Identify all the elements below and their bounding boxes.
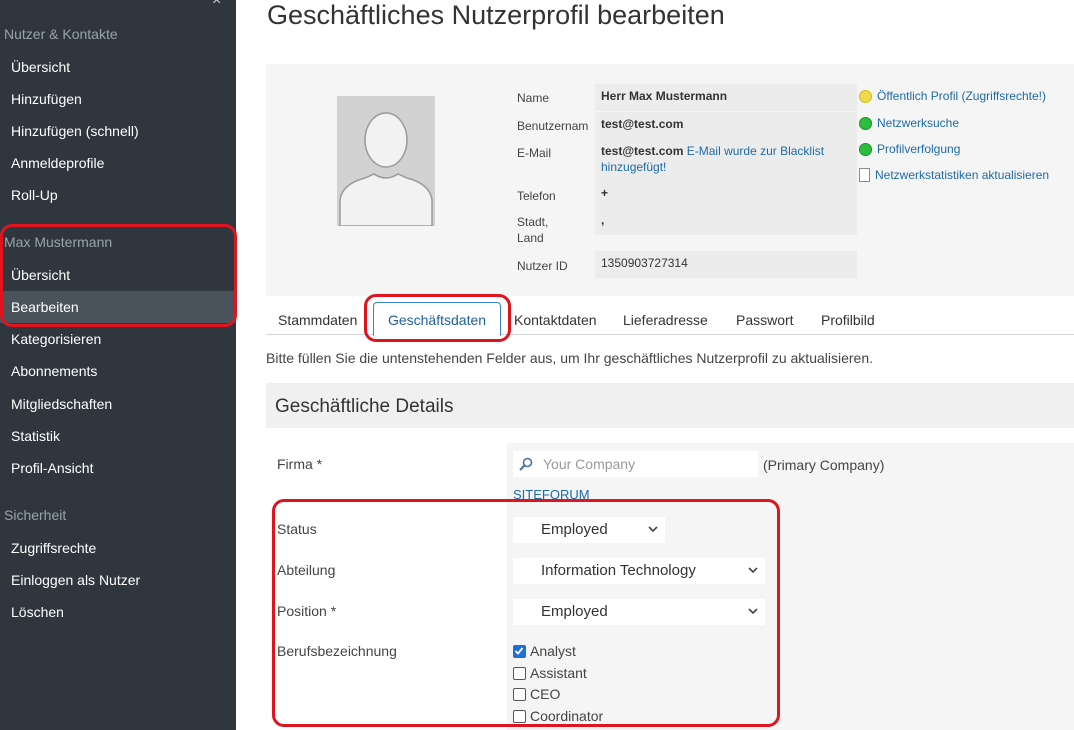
job-title-option[interactable]: CEO xyxy=(513,686,560,702)
chevron-down-icon xyxy=(648,526,658,533)
status-select-value: Employed xyxy=(541,521,608,538)
sidebar-item-login-as-user[interactable]: Einloggen als Nutzer xyxy=(0,564,236,596)
label-city: Stadt, Land xyxy=(517,214,548,246)
sidebar-item-delete[interactable]: Löschen xyxy=(0,596,236,628)
value-city: , xyxy=(595,208,857,235)
sidebar-item-statistics[interactable]: Statistik xyxy=(0,420,236,452)
tab-lieferadresse[interactable]: Lieferadresse xyxy=(623,312,708,328)
link-profile-tracking[interactable]: Profilverfolgung xyxy=(859,142,960,156)
label-user-id: Nutzer ID xyxy=(517,259,568,273)
checkbox-checked[interactable] xyxy=(513,644,526,658)
company-input[interactable]: Your Company xyxy=(513,451,758,477)
link-public-profile[interactable]: Öffentlich Profil (Zugriffsrechte!) xyxy=(859,89,1046,103)
sidebar-item-subscriptions[interactable]: Abonnements xyxy=(0,355,236,387)
link-network-stats-label: Netzwerkstatistiken aktualisieren xyxy=(875,168,1050,182)
value-phone: + xyxy=(595,181,857,208)
phone-text: + xyxy=(601,186,609,200)
sidebar-item-users-overview[interactable]: Übersicht xyxy=(0,51,236,83)
sidebar-item-profile-overview[interactable]: Übersicht xyxy=(0,259,236,291)
status-yellow-icon xyxy=(859,89,872,103)
job-title-option-label: Assistant xyxy=(530,665,587,681)
department-select-value: Information Technology xyxy=(541,562,696,579)
job-title-option-label: Analyst xyxy=(530,643,576,659)
label-name: Name xyxy=(517,91,550,105)
email-text: test@test.com xyxy=(601,144,684,158)
checkbox[interactable] xyxy=(513,687,526,701)
avatar xyxy=(337,96,435,226)
label-username: Benutzernam xyxy=(517,119,589,133)
position-select-value: Employed xyxy=(541,603,608,620)
checkbox[interactable] xyxy=(513,709,526,723)
person-placeholder-icon xyxy=(337,96,435,226)
sidebar-section-profile: Max Mustermann xyxy=(4,234,113,250)
email-blacklist-note-2: hinzugefügt! xyxy=(601,160,667,174)
link-network-search-label: Netzwerksuche xyxy=(877,116,960,130)
sidebar-item-edit[interactable]: Bearbeiten xyxy=(0,291,236,323)
link-network-stats[interactable]: Netzwerkstatistiken aktualisieren xyxy=(859,168,1049,182)
document-icon xyxy=(859,168,870,182)
city-text: , xyxy=(601,213,605,227)
tab-geschaeftsdaten[interactable]: Geschäftsdaten xyxy=(373,302,501,336)
search-icon xyxy=(519,457,533,471)
sidebar-item-access-rights[interactable]: Zugriffsrechte xyxy=(0,532,236,564)
label-berufsbezeichnung: Berufsbezeichnung xyxy=(277,643,397,659)
link-profile-tracking-label: Profilverfolgung xyxy=(877,142,961,156)
email-blacklist-note: E-Mail wurde zur Blacklist xyxy=(686,144,825,158)
tab-passwort[interactable]: Passwort xyxy=(736,312,794,328)
name-text: Herr Max Mustermann xyxy=(601,89,728,103)
value-username: test@test.com xyxy=(595,112,857,139)
close-icon[interactable]: × xyxy=(212,0,221,10)
link-public-profile-label: Öffentlich Profil (Zugriffsrechte!) xyxy=(877,89,1046,103)
value-user-id: 1350903727314 xyxy=(595,251,857,278)
sidebar-item-memberships[interactable]: Mitgliedschaften xyxy=(0,388,236,420)
value-name: Herr Max Mustermann xyxy=(595,84,857,111)
label-firma: Firma * xyxy=(277,456,323,472)
section-title: Geschäftliche Details xyxy=(275,396,454,417)
job-title-option-label: Coordinator xyxy=(530,708,604,724)
intro-text: Bitte füllen Sie die untenstehenden Feld… xyxy=(266,350,874,366)
label-email: E-Mail xyxy=(517,146,552,160)
job-title-option[interactable]: Analyst xyxy=(513,643,576,659)
link-network-search[interactable]: Netzwerksuche xyxy=(859,116,959,130)
sidebar-item-profile-view[interactable]: Profil-Ansicht xyxy=(0,452,236,484)
sidebar-item-add[interactable]: Hinzufügen xyxy=(0,83,236,115)
label-abteilung: Abteilung xyxy=(277,562,336,578)
siteforum-link[interactable]: SITEFORUM xyxy=(513,487,590,502)
username-text: test@test.com xyxy=(601,117,684,131)
label-phone: Telefon xyxy=(517,189,556,203)
status-green-icon xyxy=(859,116,872,130)
department-select[interactable]: Information Technology xyxy=(513,558,765,584)
tab-stammdaten[interactable]: Stammdaten xyxy=(278,312,357,328)
primary-company-note: (Primary Company) xyxy=(763,457,885,473)
label-status: Status xyxy=(277,521,317,537)
status-select[interactable]: Employed xyxy=(513,517,665,543)
position-select[interactable]: Employed xyxy=(513,599,765,625)
chevron-down-icon xyxy=(748,608,758,615)
company-input-placeholder: Your Company xyxy=(543,456,636,472)
label-city-line1: Stadt, xyxy=(517,215,549,229)
check-icon xyxy=(514,646,524,655)
job-title-option[interactable]: Assistant xyxy=(513,665,587,681)
sidebar-section-security: Sicherheit xyxy=(4,507,67,523)
job-title-option-label: CEO xyxy=(530,686,561,702)
job-title-option[interactable]: Coordinator xyxy=(513,708,603,724)
page-title: Geschäftliches Nutzerprofil bearbeiten xyxy=(267,0,725,30)
sidebar-item-login-profiles[interactable]: Anmeldeprofile xyxy=(0,147,236,179)
sidebar-item-categorize[interactable]: Kategorisieren xyxy=(0,323,236,355)
chevron-down-icon xyxy=(748,567,758,574)
label-position: Position * xyxy=(277,603,337,619)
user-id-text: 1350903727314 xyxy=(601,256,688,270)
tab-kontaktdaten[interactable]: Kontaktdaten xyxy=(514,312,597,328)
checkbox[interactable] xyxy=(513,666,526,680)
sidebar: × Nutzer & Kontakte Übersicht Hinzufügen… xyxy=(0,0,236,730)
sidebar-item-roll-up[interactable]: Roll-Up xyxy=(0,179,236,211)
status-green-icon xyxy=(859,142,872,156)
label-city-line2: Land xyxy=(517,231,544,245)
tab-profilbild[interactable]: Profilbild xyxy=(821,312,875,328)
form-fields-panel xyxy=(507,443,1074,730)
sidebar-item-add-quick[interactable]: Hinzufügen (schnell) xyxy=(0,115,236,147)
value-email: test@test.com E-Mail wurde zur Blacklist… xyxy=(595,139,857,181)
sidebar-section-users: Nutzer & Kontakte xyxy=(4,26,118,42)
